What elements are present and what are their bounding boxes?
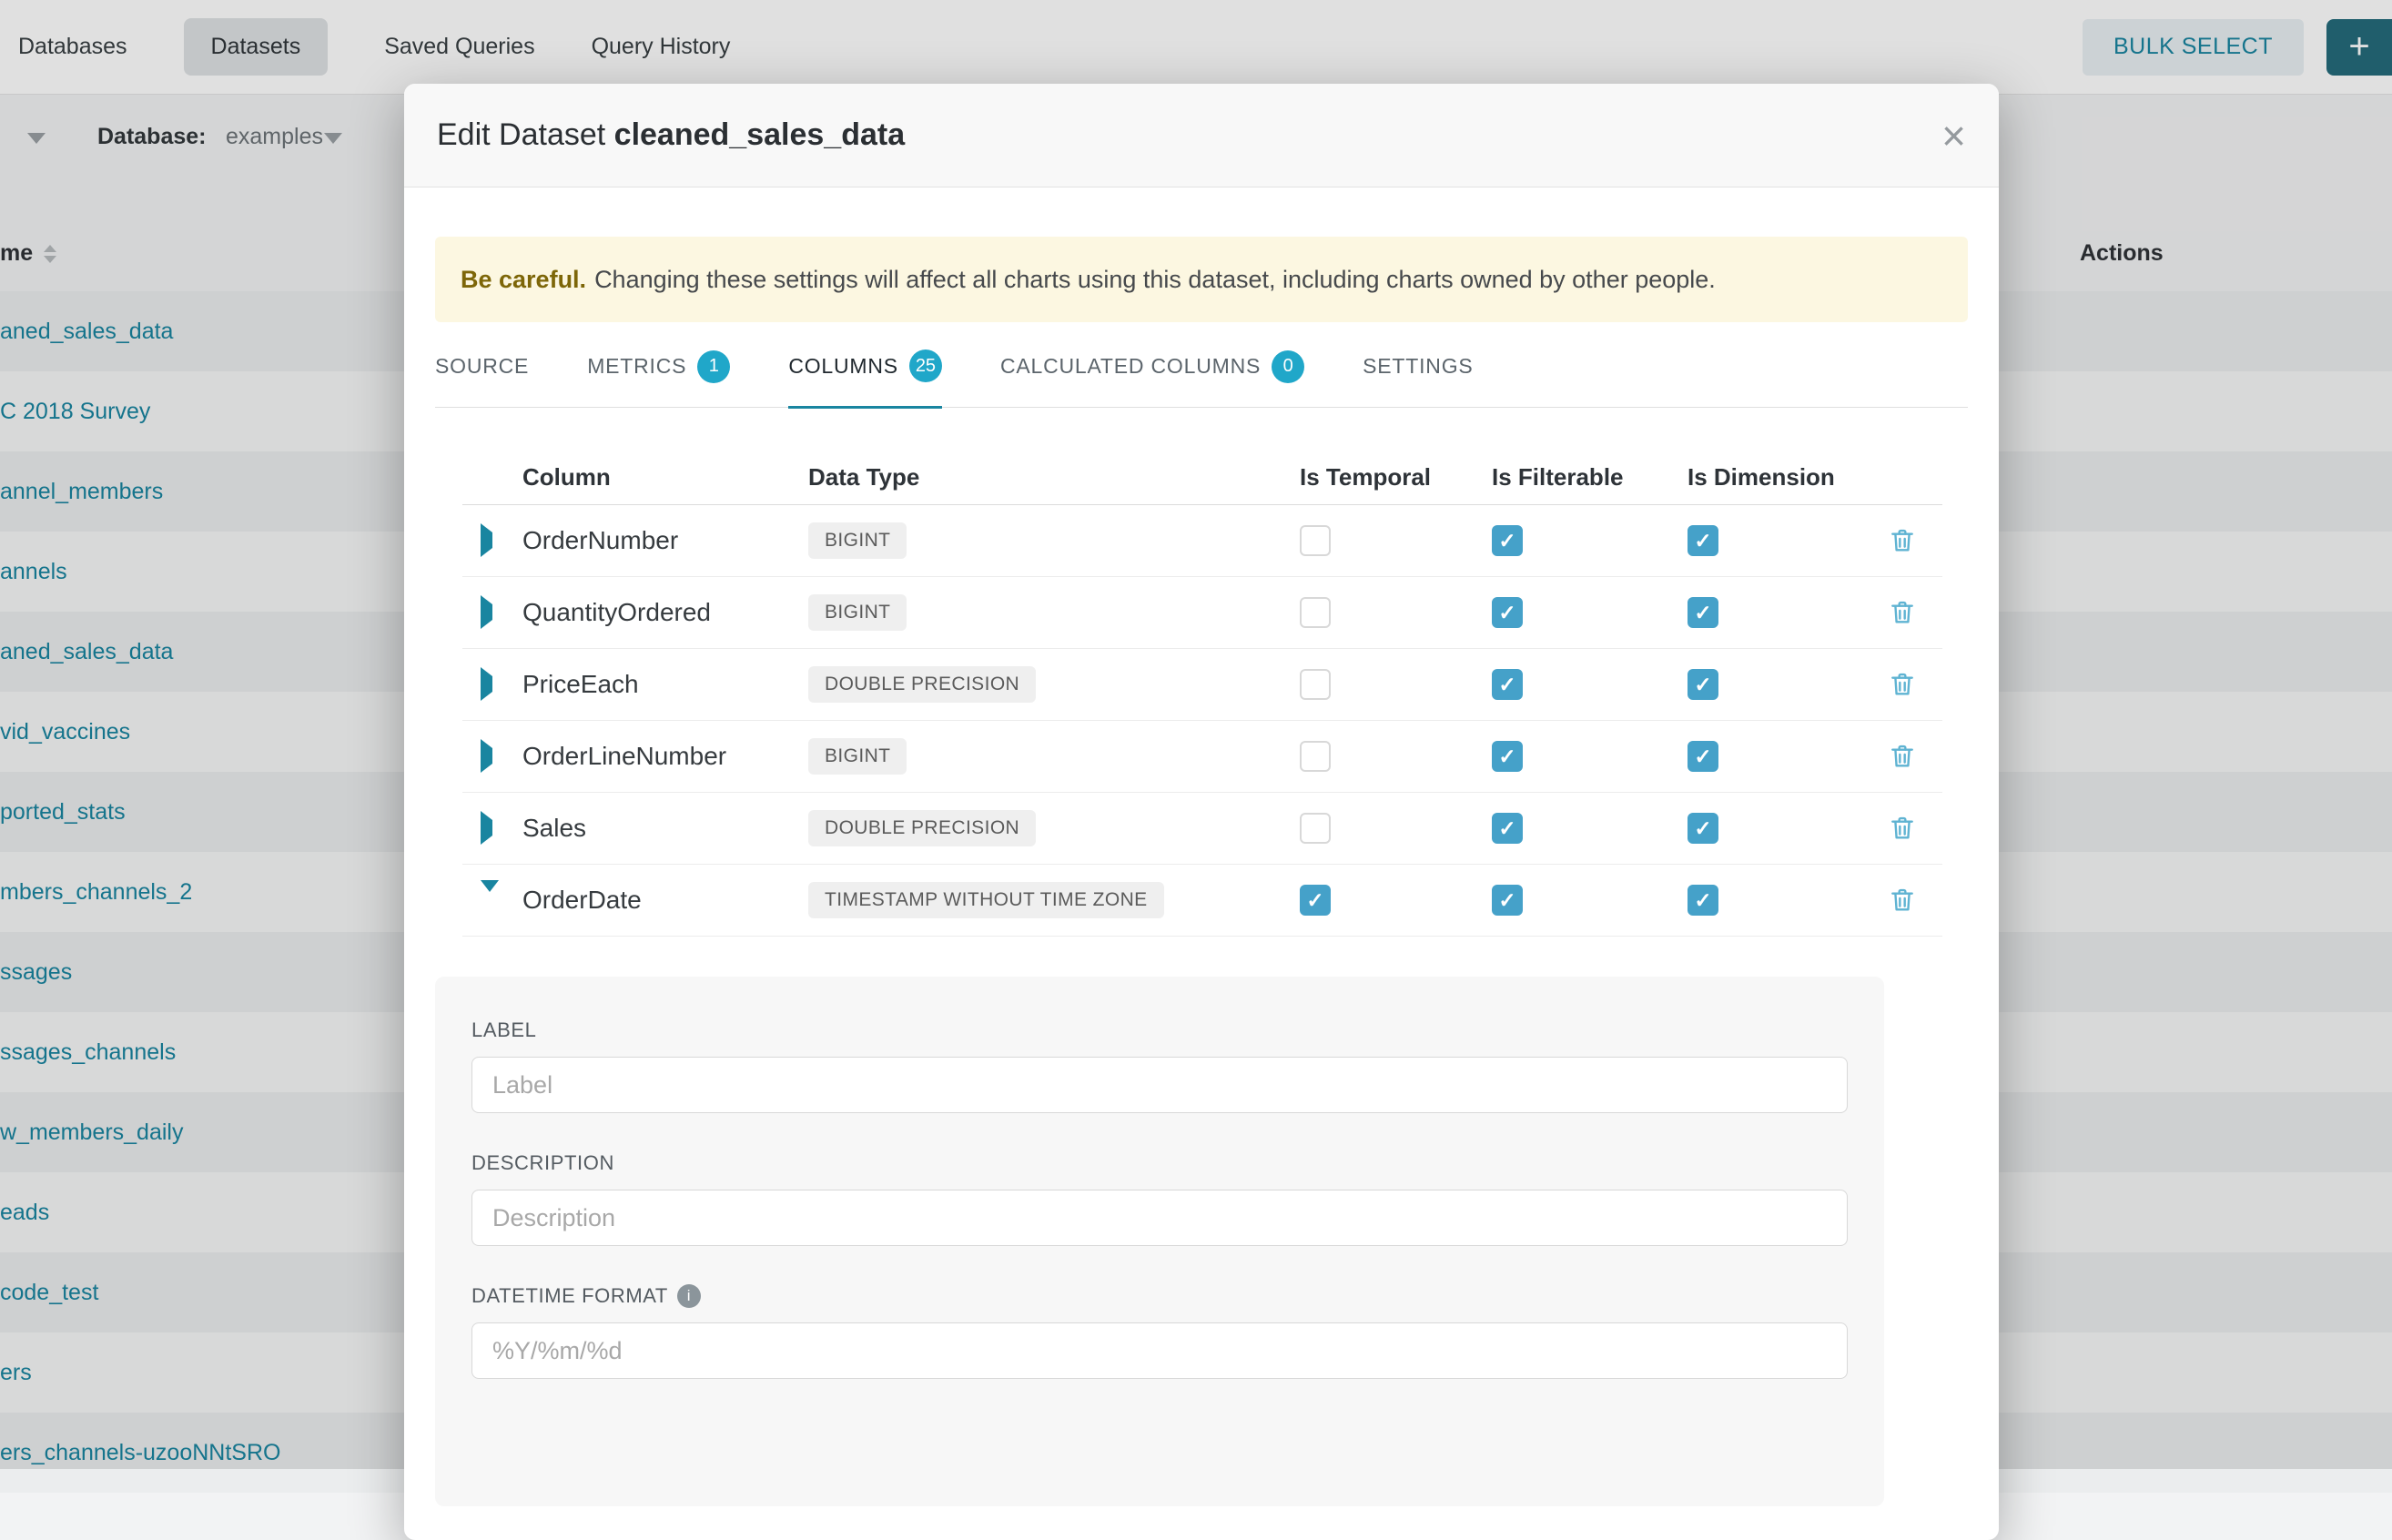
delete-icon[interactable] [1888, 886, 1917, 915]
data-type-pill: DOUBLE PRECISION [808, 810, 1036, 846]
is-dimension-checkbox[interactable] [1688, 741, 1718, 772]
datetime-format-field-label: DATETIME FORMAT i [471, 1284, 1848, 1308]
columns-table-header: Column Data Type Is Temporal Is Filterab… [462, 450, 1942, 505]
data-type-pill: DOUBLE PRECISION [808, 666, 1036, 703]
header-data-type: Data Type [801, 463, 1283, 491]
description-field-label: DESCRIPTION [471, 1151, 1848, 1175]
label-input[interactable] [471, 1057, 1848, 1113]
info-icon[interactable]: i [677, 1284, 701, 1308]
table-row: OrderNumber BIGINT [462, 505, 1942, 577]
header-is-temporal: Is Temporal [1283, 463, 1475, 491]
is-temporal-checkbox[interactable] [1300, 597, 1331, 628]
header-is-dimension: Is Dimension [1671, 463, 1862, 491]
metrics-count-badge: 1 [697, 350, 730, 383]
table-row: OrderLineNumber BIGINT [462, 721, 1942, 793]
table-row: Sales DOUBLE PRECISION [462, 793, 1942, 865]
header-column: Column [510, 463, 801, 491]
is-filterable-checkbox[interactable] [1492, 885, 1523, 916]
warning-text: Changing these settings will affect all … [594, 266, 1716, 294]
is-filterable-checkbox[interactable] [1492, 525, 1523, 556]
is-temporal-checkbox[interactable] [1300, 813, 1331, 844]
datetime-format-input[interactable] [471, 1322, 1848, 1379]
data-type-pill: BIGINT [808, 738, 907, 775]
is-dimension-checkbox[interactable] [1688, 885, 1718, 916]
tab-label: COLUMNS [788, 354, 898, 379]
modal-title: Edit Dataset cleaned_sales_data [437, 117, 905, 153]
warning-bold-text: Be careful. [461, 266, 586, 294]
is-temporal-checkbox[interactable] [1300, 741, 1331, 772]
is-filterable-checkbox[interactable] [1492, 669, 1523, 700]
label-field-label: LABEL [471, 1018, 1848, 1042]
columns-table: Column Data Type Is Temporal Is Filterab… [462, 450, 1942, 937]
tab-metrics[interactable]: METRICS 1 [587, 350, 730, 407]
header-is-filterable: Is Filterable [1475, 463, 1671, 491]
description-field-group: DESCRIPTION [471, 1151, 1848, 1246]
column-name: Sales [510, 814, 801, 843]
is-temporal-checkbox[interactable] [1300, 885, 1331, 916]
description-field-label-text: DESCRIPTION [471, 1151, 614, 1175]
is-filterable-checkbox[interactable] [1492, 597, 1523, 628]
delete-icon[interactable] [1888, 814, 1917, 843]
table-row: OrderDate TIMESTAMP WITHOUT TIME ZONE [462, 865, 1942, 937]
is-filterable-checkbox[interactable] [1492, 741, 1523, 772]
is-dimension-checkbox[interactable] [1688, 669, 1718, 700]
tab-source[interactable]: SOURCE [435, 350, 529, 407]
is-dimension-checkbox[interactable] [1688, 813, 1718, 844]
warning-banner: Be careful. Changing these settings will… [435, 237, 1968, 322]
label-field-label-text: LABEL [471, 1018, 537, 1042]
tab-settings[interactable]: SETTINGS [1363, 350, 1473, 407]
delete-icon[interactable] [1888, 598, 1917, 627]
modal-body: Be careful. Changing these settings will… [404, 237, 1999, 1506]
tab-calculated-columns[interactable]: CALCULATED COLUMNS 0 [1000, 350, 1304, 407]
is-filterable-checkbox[interactable] [1492, 813, 1523, 844]
description-input[interactable] [471, 1190, 1848, 1246]
tab-label: METRICS [587, 354, 686, 379]
expand-caret-icon[interactable] [481, 595, 492, 629]
modal-title-dataset-name: cleaned_sales_data [614, 117, 905, 152]
expand-caret-icon[interactable] [481, 523, 492, 557]
tab-label: SOURCE [435, 354, 529, 379]
modal-header: Edit Dataset cleaned_sales_data × [404, 84, 1999, 187]
column-name: QuantityOrdered [510, 598, 801, 627]
data-type-pill: TIMESTAMP WITHOUT TIME ZONE [808, 882, 1164, 918]
is-temporal-checkbox[interactable] [1300, 525, 1331, 556]
close-icon[interactable]: × [1941, 115, 1966, 157]
is-dimension-checkbox[interactable] [1688, 597, 1718, 628]
delete-icon[interactable] [1888, 742, 1917, 771]
expand-caret-icon[interactable] [481, 811, 492, 845]
is-temporal-checkbox[interactable] [1300, 669, 1331, 700]
columns-count-badge: 25 [909, 350, 942, 382]
tab-label: SETTINGS [1363, 354, 1473, 379]
column-name: OrderNumber [510, 526, 801, 555]
data-type-pill: BIGINT [808, 522, 907, 559]
is-dimension-checkbox[interactable] [1688, 525, 1718, 556]
calculated-columns-count-badge: 0 [1272, 350, 1304, 383]
modal-tabs: SOURCE METRICS 1 COLUMNS 25 CALCULATED C… [435, 350, 1968, 408]
column-name: OrderDate [510, 886, 801, 915]
table-row: QuantityOrdered BIGINT [462, 577, 1942, 649]
delete-icon[interactable] [1888, 670, 1917, 699]
tab-label: CALCULATED COLUMNS [1000, 354, 1261, 379]
delete-icon[interactable] [1888, 526, 1917, 555]
column-name: OrderLineNumber [510, 742, 801, 771]
data-type-pill: BIGINT [808, 594, 907, 631]
expand-caret-icon[interactable] [481, 667, 492, 701]
expand-caret-icon[interactable] [481, 739, 492, 773]
table-row: PriceEach DOUBLE PRECISION [462, 649, 1942, 721]
column-detail-panel: LABEL DESCRIPTION DATETIME FORMAT i [435, 977, 1884, 1506]
collapse-caret-icon[interactable] [481, 880, 499, 907]
datetime-format-label-text: DATETIME FORMAT [471, 1284, 668, 1308]
modal-title-prefix: Edit Dataset [437, 117, 605, 152]
column-name: PriceEach [510, 670, 801, 699]
tab-columns[interactable]: COLUMNS 25 [788, 350, 942, 409]
edit-dataset-modal: Edit Dataset cleaned_sales_data × Be car… [404, 84, 1999, 1540]
label-field-group: LABEL [471, 1018, 1848, 1113]
datetime-format-field-group: DATETIME FORMAT i [471, 1284, 1848, 1379]
